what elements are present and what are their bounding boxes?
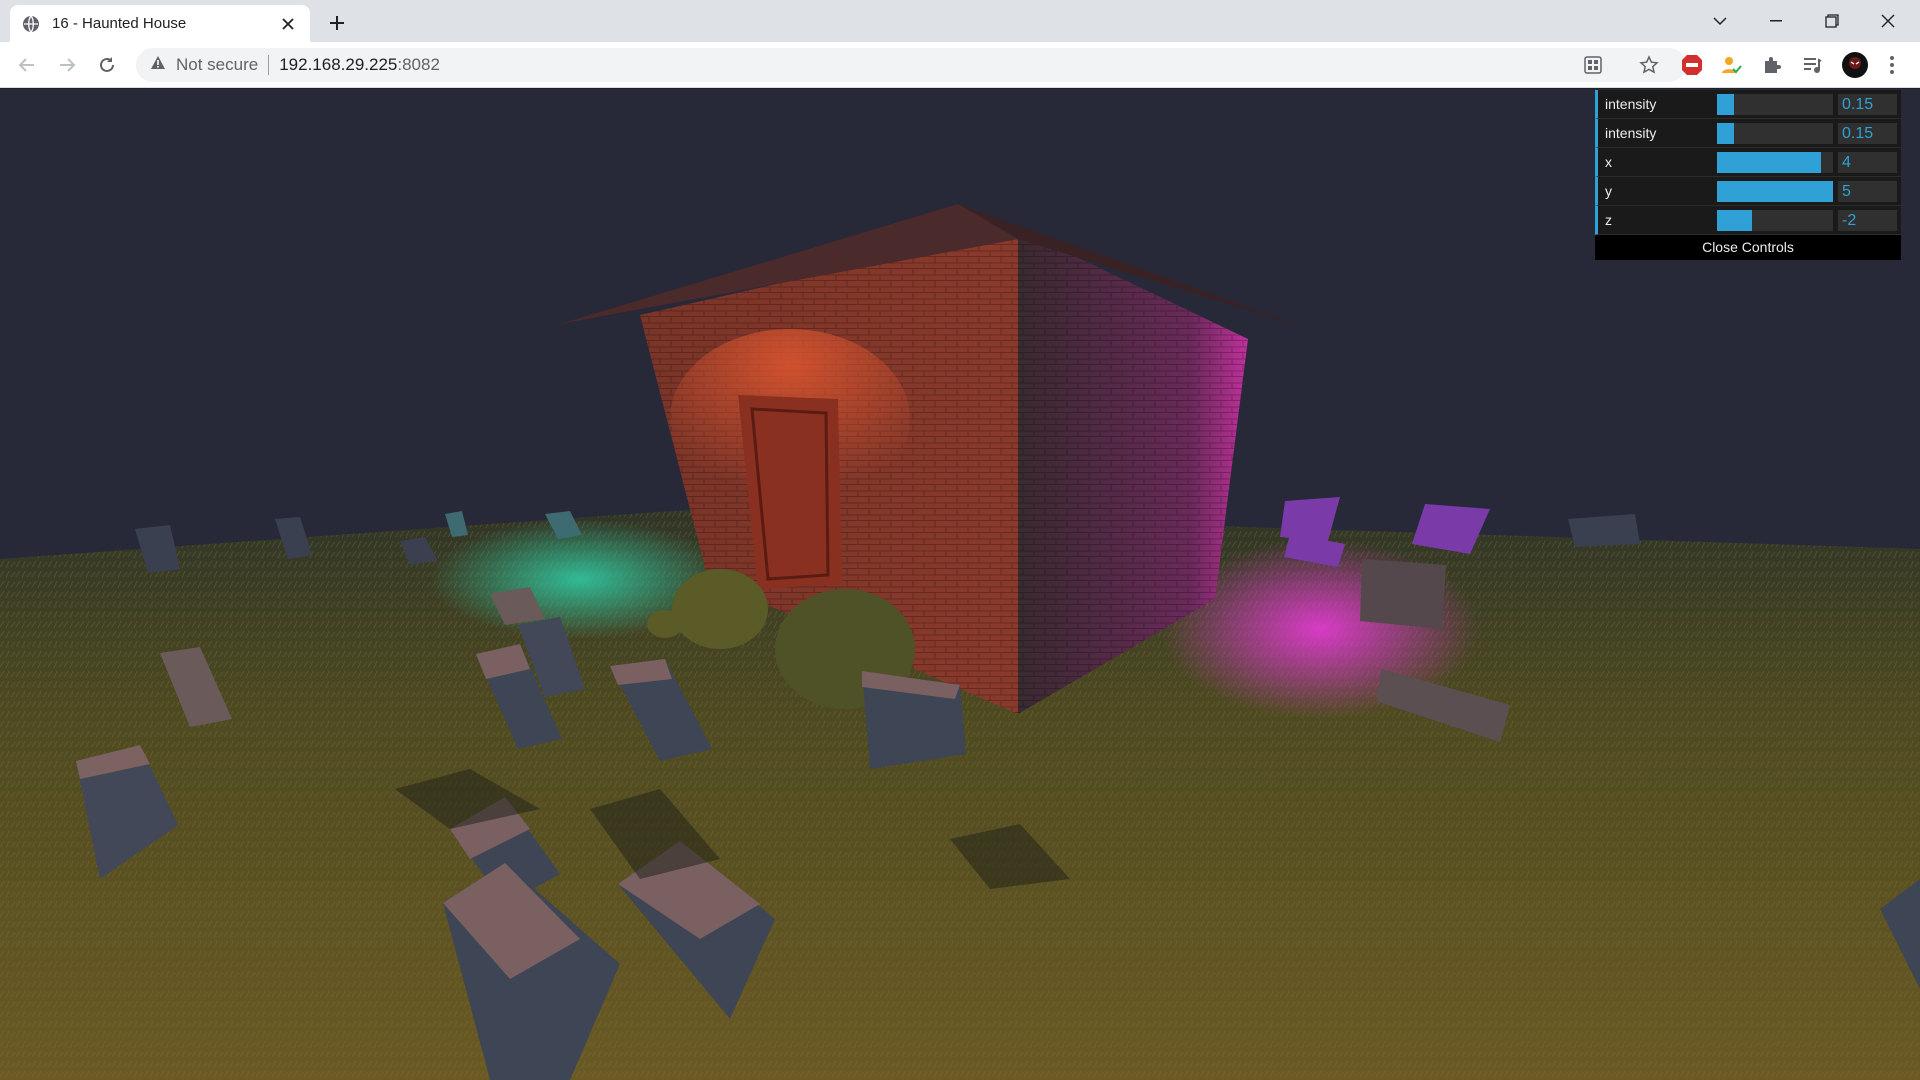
url-host[interactable]: 192.168.29.225: [279, 55, 397, 75]
y-input[interactable]: [1838, 181, 1897, 202]
gui-row-y: y: [1595, 177, 1901, 206]
slider-fill: [1717, 181, 1833, 202]
browser-tab[interactable]: 16 - Haunted House: [10, 5, 310, 42]
tab-search-icon[interactable]: [1692, 0, 1748, 42]
qr-code-icon[interactable]: [1578, 48, 1608, 82]
intensity-input-2[interactable]: [1838, 123, 1897, 144]
bookmark-star-icon[interactable]: [1634, 48, 1664, 82]
slider-fill: [1717, 210, 1752, 231]
adblock-icon[interactable]: [1680, 53, 1704, 77]
forward-icon[interactable]: [53, 51, 81, 79]
gui-label: y: [1605, 183, 1612, 199]
extension-person-icon[interactable]: [1719, 53, 1743, 77]
profile-avatar[interactable]: [1840, 50, 1870, 80]
x-input[interactable]: [1838, 152, 1897, 173]
back-icon[interactable]: [13, 51, 41, 79]
globe-icon: [22, 15, 40, 33]
close-tab-icon[interactable]: [278, 14, 298, 34]
browser-toolbar: Not secure 192.168.29.225:8082: [0, 42, 1920, 88]
intensity-input-1[interactable]: [1838, 94, 1897, 115]
gui-row-z: z: [1595, 206, 1901, 235]
address-bar[interactable]: Not secure 192.168.29.225:8082: [136, 48, 1686, 82]
gui-row-intensity-2: intensity: [1595, 119, 1901, 148]
tab-strip: 16 - Haunted House: [0, 0, 1920, 42]
intensity-slider-2[interactable]: [1717, 123, 1833, 144]
omnibox-divider: [268, 55, 270, 75]
more-menu-icon[interactable]: [1880, 53, 1904, 77]
x-slider[interactable]: [1717, 152, 1833, 173]
slider-fill: [1717, 94, 1735, 115]
tab-title: 16 - Haunted House: [52, 15, 187, 32]
gui-row-x: x: [1595, 148, 1901, 177]
gui-label: intensity: [1605, 96, 1657, 112]
media-playlist-icon[interactable]: [1800, 53, 1824, 77]
intensity-slider-1[interactable]: [1717, 94, 1833, 115]
minimize-icon[interactable]: [1748, 0, 1804, 42]
reload-icon[interactable]: [93, 51, 121, 79]
z-slider[interactable]: [1717, 210, 1833, 231]
gui-label: z: [1605, 212, 1612, 228]
gui-row-intensity-1: intensity: [1595, 90, 1901, 119]
z-input[interactable]: [1838, 210, 1897, 231]
slider-fill: [1717, 152, 1822, 173]
new-tab-icon[interactable]: [325, 11, 349, 35]
security-label[interactable]: Not secure: [176, 55, 258, 75]
slider-fill: [1717, 123, 1735, 144]
gui-label: x: [1605, 154, 1612, 170]
close-window-icon[interactable]: [1860, 0, 1916, 42]
extensions-puzzle-icon[interactable]: [1760, 53, 1784, 77]
y-slider[interactable]: [1717, 181, 1833, 202]
url-port[interactable]: :8082: [397, 55, 440, 75]
close-controls-button[interactable]: Close Controls: [1595, 235, 1901, 260]
debug-gui-panel: intensity intensity x y z Close Controls: [1595, 90, 1901, 260]
warning-icon[interactable]: [150, 55, 166, 75]
gui-label: intensity: [1605, 125, 1657, 141]
restore-icon[interactable]: [1804, 0, 1860, 42]
